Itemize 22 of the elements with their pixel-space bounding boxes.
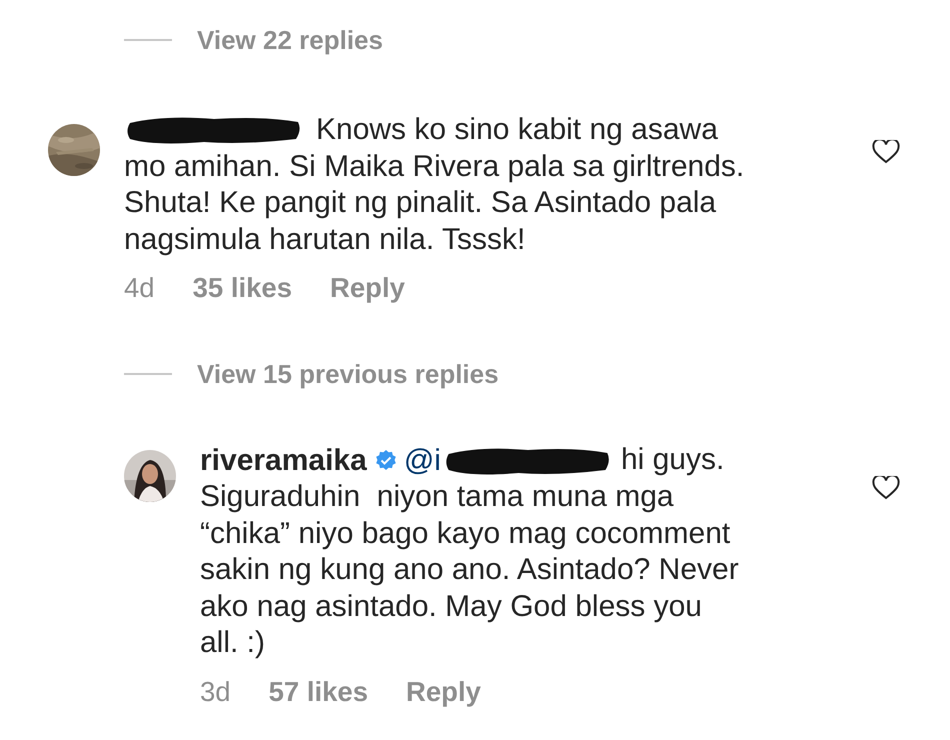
view-replies-link[interactable]: View 22 replies [197,24,383,56]
mention-link[interactable]: @i [404,444,441,478]
heart-icon[interactable] [872,140,900,164]
comment-line: nagsimula harutan nila. Tsssk! [124,222,526,258]
comment-line: “chika” niyo bago kayo mag cocomment [200,516,732,552]
view-replies-link[interactable]: View 15 previous replies [197,358,499,390]
comment-line: Knows ko sino kabit ng asawa [316,112,718,148]
comment-line: ako nag asintado. May God bless you [200,588,703,625]
comment-line: hi guys. [620,442,724,478]
comment-line: mo amihan. Si Maika Rivera pala sa girltrends. [124,148,746,185]
reply-button[interactable]: Reply [330,272,405,304]
reply-button[interactable]: Reply [406,676,481,708]
username-link[interactable]: riveramaika [200,444,367,478]
likes-count[interactable]: 57 likes [268,676,368,708]
likes-count[interactable]: 35 likes [192,272,292,304]
comment-line: all. :) [200,625,266,662]
comment-time: 3d [200,676,231,708]
comment-line: Siguraduhin niyon tama muna mga [200,478,675,515]
comment-line: Shuta! Ke pangit ng pinalit. Sa Asintado pala [124,185,718,222]
heart-icon[interactable] [872,476,900,500]
comment-line: sakin ng kung ano ano. Asintado? Never [200,552,740,588]
comment-time: 4d [124,272,155,304]
